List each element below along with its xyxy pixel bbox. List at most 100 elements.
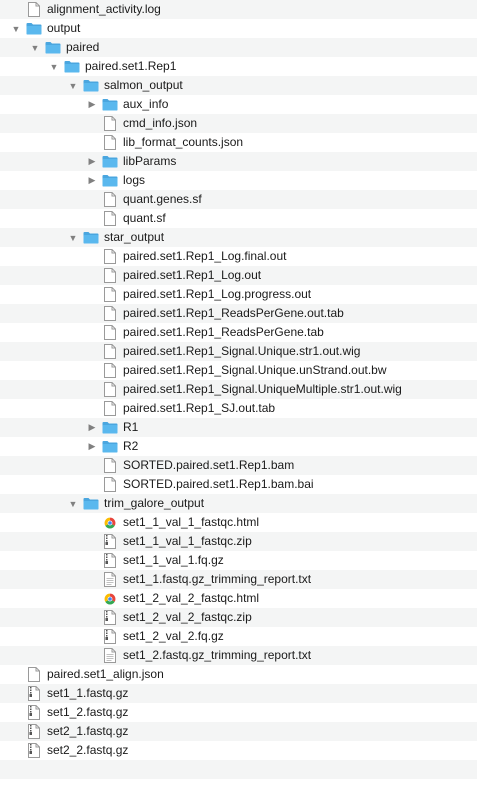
empty-row — [0, 760, 477, 779]
folder-icon — [102, 97, 118, 113]
text-document-icon — [102, 648, 118, 664]
folder-row[interactable]: ▶ libParams — [0, 152, 477, 171]
file-row[interactable]: set1_2_val_2_fastqc.zip — [0, 608, 477, 627]
folder-row[interactable]: ▶ aux_info — [0, 95, 477, 114]
file-row[interactable]: paired.set1.Rep1_ReadsPerGene.out.tab — [0, 304, 477, 323]
disclosure-placeholder — [86, 536, 98, 548]
folder-row[interactable]: ▶ R2 — [0, 437, 477, 456]
document-icon — [102, 268, 118, 284]
disclosure-collapsed-icon[interactable]: ▶ — [86, 175, 98, 187]
file-row[interactable]: quant.genes.sf — [0, 190, 477, 209]
disclosure-collapsed-icon[interactable]: ▶ — [86, 441, 98, 453]
disclosure-collapsed-icon[interactable]: ▶ — [86, 156, 98, 168]
disclosure-placeholder — [86, 289, 98, 301]
item-name: paired.set1.Rep1_Signal.Unique.unStrand.… — [123, 363, 387, 377]
disclosure-collapsed-icon[interactable]: ▶ — [86, 422, 98, 434]
item-name: R2 — [123, 439, 139, 453]
file-row[interactable]: quant.sf — [0, 209, 477, 228]
item-name: R1 — [123, 420, 139, 434]
folder-row[interactable]: ▼ paired — [0, 38, 477, 57]
item-name: set1_2_val_2_fastqc.html — [123, 591, 260, 605]
disclosure-placeholder — [86, 308, 98, 320]
folder-icon — [45, 40, 61, 56]
file-row[interactable]: lib_format_counts.json — [0, 133, 477, 152]
folder-icon — [102, 420, 118, 436]
file-row[interactable]: SORTED.paired.set1.Rep1.bam — [0, 456, 477, 475]
file-row[interactable]: paired.set1.Rep1_Log.out — [0, 266, 477, 285]
folder-row[interactable]: ▶ R1 — [0, 418, 477, 437]
folder-row[interactable]: ▼ trim_galore_output — [0, 494, 477, 513]
disclosure-placeholder — [10, 726, 22, 738]
file-row[interactable]: paired.set1.Rep1_Signal.Unique.str1.out.… — [0, 342, 477, 361]
file-row[interactable]: set2_1.fastq.gz — [0, 722, 477, 741]
document-icon — [102, 344, 118, 360]
file-row[interactable]: paired.set1.Rep1_ReadsPerGene.tab — [0, 323, 477, 342]
folder-row[interactable]: ▼ paired.set1.Rep1 — [0, 57, 477, 76]
file-row[interactable]: set1_2.fastq.gz — [0, 703, 477, 722]
disclosure-placeholder — [86, 270, 98, 282]
item-name: set1_2_val_2.fq.gz — [123, 629, 224, 643]
item-name: paired.set1.Rep1_ReadsPerGene.out.tab — [123, 306, 344, 320]
item-name: set1_2.fastq.gz_trimming_report.txt — [123, 648, 312, 662]
disclosure-placeholder — [86, 251, 98, 263]
file-row[interactable]: paired.set1.Rep1_Signal.Unique.unStrand.… — [0, 361, 477, 380]
disclosure-placeholder — [86, 118, 98, 130]
file-row[interactable]: paired.set1.Rep1_Signal.UniqueMultiple.s… — [0, 380, 477, 399]
empty-row — [0, 779, 477, 798]
disclosure-placeholder — [86, 403, 98, 415]
file-row[interactable]: paired.set1.Rep1_Log.progress.out — [0, 285, 477, 304]
item-name: libParams — [123, 154, 177, 168]
file-row[interactable]: set1_1_val_1.fq.gz — [0, 551, 477, 570]
item-name: output — [47, 21, 81, 35]
document-icon — [26, 2, 42, 18]
file-row[interactable]: set1_2_val_2_fastqc.html — [0, 589, 477, 608]
disclosure-expanded-icon[interactable]: ▼ — [48, 61, 60, 73]
file-tree: alignment_activity.log ▼ output ▼ paired ▼ … — [0, 0, 477, 809]
disclosure-placeholder — [86, 593, 98, 605]
disclosure-placeholder — [10, 707, 22, 719]
file-row[interactable]: set2_2.fastq.gz — [0, 741, 477, 760]
folder-row[interactable]: ▼ star_output — [0, 228, 477, 247]
folder-icon — [83, 78, 99, 94]
file-row[interactable]: set1_1_val_1_fastqc.html — [0, 513, 477, 532]
file-row[interactable]: cmd_info.json — [0, 114, 477, 133]
disclosure-expanded-icon[interactable]: ▼ — [67, 80, 79, 92]
disclosure-placeholder — [86, 555, 98, 567]
folder-icon — [102, 439, 118, 455]
folder-row[interactable]: ▼ output — [0, 19, 477, 38]
item-name: set2_2.fastq.gz — [47, 743, 129, 757]
file-row[interactable]: alignment_activity.log — [0, 0, 477, 19]
disclosure-expanded-icon[interactable]: ▼ — [10, 23, 22, 35]
text-document-icon — [102, 572, 118, 588]
disclosure-placeholder — [86, 612, 98, 624]
disclosure-collapsed-icon[interactable]: ▶ — [86, 99, 98, 111]
item-name: paired.set1.Rep1_Log.out — [123, 268, 262, 282]
document-icon — [102, 382, 118, 398]
disclosure-expanded-icon[interactable]: ▼ — [67, 498, 79, 510]
file-row[interactable]: set1_2_val_2.fq.gz — [0, 627, 477, 646]
disclosure-expanded-icon[interactable]: ▼ — [29, 42, 41, 54]
folder-row[interactable]: ▶ logs — [0, 171, 477, 190]
file-row[interactable]: set1_1.fastq.gz — [0, 684, 477, 703]
file-row[interactable]: set1_2.fastq.gz_trimming_report.txt — [0, 646, 477, 665]
file-row[interactable]: paired.set1_align.json — [0, 665, 477, 684]
disclosure-expanded-icon[interactable]: ▼ — [67, 232, 79, 244]
file-row[interactable]: paired.set1.Rep1_Log.final.out — [0, 247, 477, 266]
archive-icon — [26, 743, 42, 759]
file-row[interactable]: SORTED.paired.set1.Rep1.bam.bai — [0, 475, 477, 494]
file-row[interactable]: set1_1.fastq.gz_trimming_report.txt — [0, 570, 477, 589]
item-name: paired.set1.Rep1 — [85, 59, 177, 73]
folder-row[interactable]: ▼ salmon_output — [0, 76, 477, 95]
disclosure-placeholder — [10, 4, 22, 16]
folder-icon — [102, 154, 118, 170]
document-icon — [102, 211, 118, 227]
item-name: logs — [123, 173, 146, 187]
document-icon — [102, 249, 118, 265]
document-icon — [102, 287, 118, 303]
file-row[interactable]: paired.set1.Rep1_SJ.out.tab — [0, 399, 477, 418]
file-row[interactable]: set1_1_val_1_fastqc.zip — [0, 532, 477, 551]
item-name: paired.set1.Rep1_Log.progress.out — [123, 287, 312, 301]
item-name: paired.set1.Rep1_Signal.UniqueMultiple.s… — [123, 382, 402, 396]
item-name: paired.set1.Rep1_Signal.Unique.str1.out.… — [123, 344, 361, 358]
disclosure-placeholder — [86, 327, 98, 339]
